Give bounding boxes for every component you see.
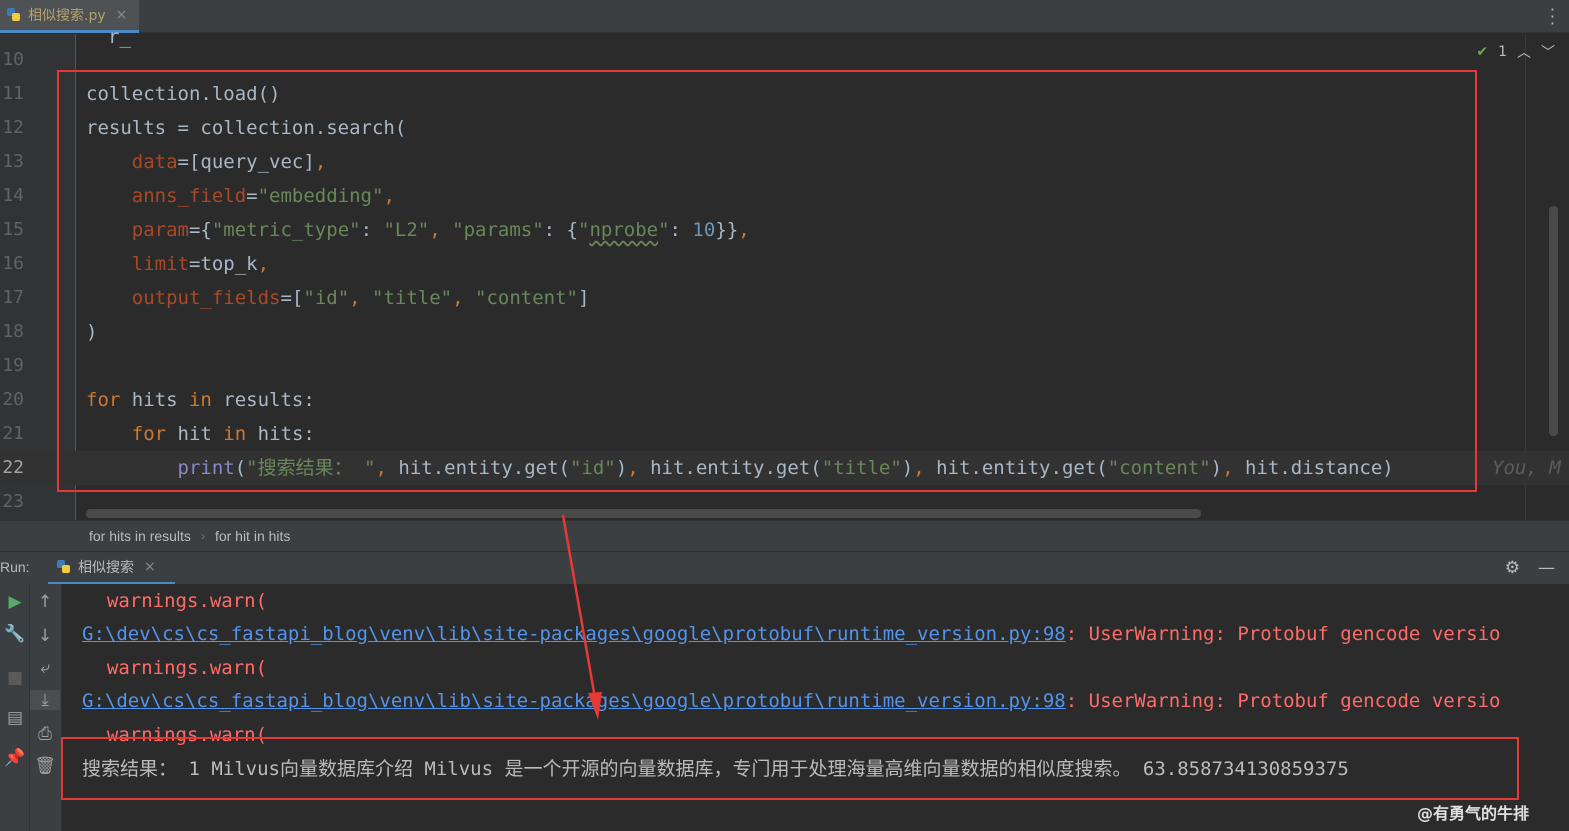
watermark: @有勇气的牛排 [1417, 804, 1530, 823]
annotation-arrow [561, 514, 602, 720]
